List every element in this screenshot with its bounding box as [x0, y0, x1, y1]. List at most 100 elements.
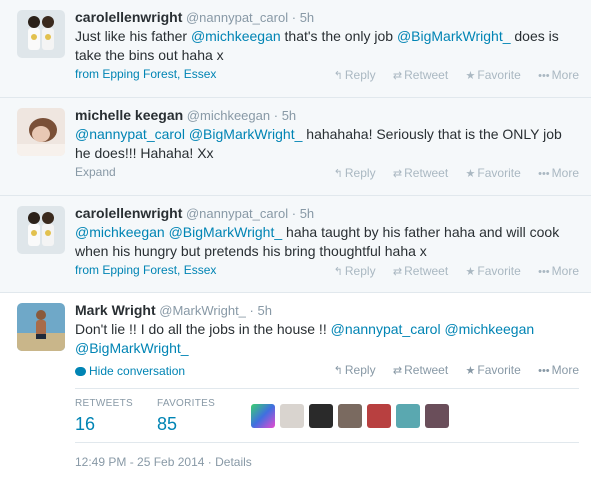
avatar[interactable]	[17, 10, 65, 58]
tweet: carolellenwright @nannypat_carol · 5h @m…	[0, 196, 591, 293]
mention-link[interactable]: @nannypat_carol	[331, 321, 441, 337]
location-link[interactable]: from Epping Forest, Essex	[75, 263, 216, 277]
star-icon: ★	[465, 365, 476, 377]
favorite-label: Favorite	[477, 166, 521, 180]
avatar[interactable]	[17, 303, 65, 351]
reply-label: Reply	[344, 363, 376, 377]
favoriter-avatar[interactable]	[338, 404, 362, 428]
location-link[interactable]: from Epping Forest, Essex	[75, 67, 216, 81]
favoriters-list	[251, 404, 454, 428]
mention-link[interactable]: @nannypat_carol	[75, 126, 185, 142]
favorite-button[interactable]: ★ Favorite	[466, 363, 521, 377]
star-icon: ★	[465, 266, 476, 278]
retweets-stat[interactable]: RETWEETS 16	[75, 398, 133, 435]
avatar-image	[17, 10, 65, 58]
more-button[interactable]: ••• More	[538, 166, 579, 180]
retweet-label: Retweet	[404, 264, 449, 278]
favorite-label: Favorite	[477, 264, 521, 278]
mention-link[interactable]: @BigMarkWright_	[169, 224, 283, 240]
favorite-label: Favorite	[477, 68, 521, 82]
more-label: More	[551, 68, 579, 82]
mention-link[interactable]: @BigMarkWright_	[75, 340, 189, 356]
speech-bubble-icon	[75, 367, 86, 376]
more-dots-icon: •••	[538, 266, 550, 278]
favoriter-avatar[interactable]	[309, 404, 333, 428]
retweet-icon: ⇄	[392, 266, 403, 278]
tweet-actions: ↰ Reply ⇄ Retweet ★ Favorite ••• More	[320, 264, 579, 278]
retweet-button[interactable]: ⇄ Retweet	[393, 68, 448, 82]
tweet-header: Mark Wright @MarkWright_ · 5h	[75, 302, 272, 318]
user-handle[interactable]: @nannypat_carol	[186, 10, 288, 25]
retweet-button[interactable]: ⇄ Retweet	[393, 166, 448, 180]
favoriter-avatar[interactable]	[251, 404, 275, 428]
tweet-text: Don't lie !! I do all the jobs in the ho…	[75, 320, 575, 358]
user-fullname[interactable]: carolellenwright	[75, 9, 182, 25]
mention-link[interactable]: @BigMarkWright_	[189, 126, 303, 142]
text-segment: Just like his father	[75, 28, 191, 44]
hide-conversation-link[interactable]: Hide conversation	[75, 364, 185, 378]
reply-icon: ↰	[333, 266, 343, 278]
favoriter-avatar[interactable]	[280, 404, 304, 428]
text-segment: Don't lie !! I do all the jobs in the ho…	[75, 321, 331, 337]
retweet-label: Retweet	[404, 363, 449, 377]
tweet-time[interactable]: 5h	[300, 206, 314, 221]
mention-link[interactable]: @michkeegan	[191, 28, 281, 44]
tweet-time[interactable]: 5h	[300, 10, 314, 25]
favorite-button[interactable]: ★ Favorite	[466, 68, 521, 82]
reply-button[interactable]: ↰ Reply	[334, 166, 376, 180]
tweet-text: Just like his father @michkeegan that's …	[75, 27, 575, 65]
retweet-button[interactable]: ⇄ Retweet	[393, 363, 448, 377]
retweet-button[interactable]: ⇄ Retweet	[393, 264, 448, 278]
stats-divider	[75, 442, 579, 443]
more-button[interactable]: ••• More	[538, 363, 579, 377]
user-fullname[interactable]: michelle keegan	[75, 107, 183, 123]
favoriter-avatar[interactable]	[367, 404, 391, 428]
reply-button[interactable]: ↰ Reply	[334, 68, 376, 82]
mention-link[interactable]: @michkeegan	[75, 224, 165, 240]
avatar-image	[17, 108, 65, 156]
tweet-timestamp[interactable]: 12:49 PM - 25 Feb 2014	[75, 455, 204, 469]
tweet-time[interactable]: 5h	[282, 108, 296, 123]
favorite-label: Favorite	[477, 363, 521, 377]
user-handle[interactable]: @nannypat_carol	[186, 206, 288, 221]
tweet-header: carolellenwright @nannypat_carol · 5h	[75, 9, 314, 25]
favoriter-avatar[interactable]	[425, 404, 449, 428]
separator-dot: ·	[291, 206, 297, 221]
favorite-button[interactable]: ★ Favorite	[466, 166, 521, 180]
favorite-button[interactable]: ★ Favorite	[466, 264, 521, 278]
tweet-header: carolellenwright @nannypat_carol · 5h	[75, 205, 314, 221]
tweet-actions: ↰ Reply ⇄ Retweet ★ Favorite ••• More	[320, 68, 579, 82]
separator-dot: ·	[249, 303, 254, 318]
user-fullname[interactable]: Mark Wright	[75, 302, 156, 318]
reply-button[interactable]: ↰ Reply	[334, 363, 376, 377]
favorites-stat[interactable]: FAVORITES 85	[157, 398, 215, 435]
avatar-image	[17, 303, 65, 351]
avatar[interactable]	[17, 206, 65, 254]
user-fullname[interactable]: carolellenwright	[75, 205, 182, 221]
details-link[interactable]: Details	[215, 455, 252, 469]
retweet-icon: ⇄	[392, 70, 403, 82]
tweet-header: michelle keegan @michkeegan · 5h	[75, 107, 296, 123]
avatar-image	[17, 206, 65, 254]
mention-link[interactable]: @michkeegan	[444, 321, 534, 337]
more-dots-icon: •••	[538, 168, 550, 180]
expand-link[interactable]: Expand	[75, 165, 116, 179]
more-button[interactable]: ••• More	[538, 68, 579, 82]
user-handle[interactable]: @michkeegan	[187, 108, 270, 123]
mention-link[interactable]: @BigMarkWright_	[397, 28, 511, 44]
more-label: More	[551, 166, 579, 180]
tweet-text: @michkeegan @BigMarkWright_ haha taught …	[75, 223, 575, 261]
stats-divider	[75, 388, 579, 389]
tweet-actions: ↰ Reply ⇄ Retweet ★ Favorite ••• More	[320, 166, 579, 180]
avatar[interactable]	[17, 108, 65, 156]
reply-button[interactable]: ↰ Reply	[334, 264, 376, 278]
tweet-time[interactable]: 5h	[258, 303, 272, 318]
retweet-icon: ⇄	[392, 168, 403, 180]
more-label: More	[551, 264, 579, 278]
tweet-text: @nannypat_carol @BigMarkWright_ hahahaha…	[75, 125, 575, 163]
more-button[interactable]: ••• More	[538, 264, 579, 278]
favoriter-avatar[interactable]	[396, 404, 420, 428]
tweet-actions: ↰ Reply ⇄ Retweet ★ Favorite ••• More	[320, 363, 579, 377]
user-handle[interactable]: @MarkWright_	[159, 303, 246, 318]
more-dots-icon: •••	[538, 70, 550, 82]
